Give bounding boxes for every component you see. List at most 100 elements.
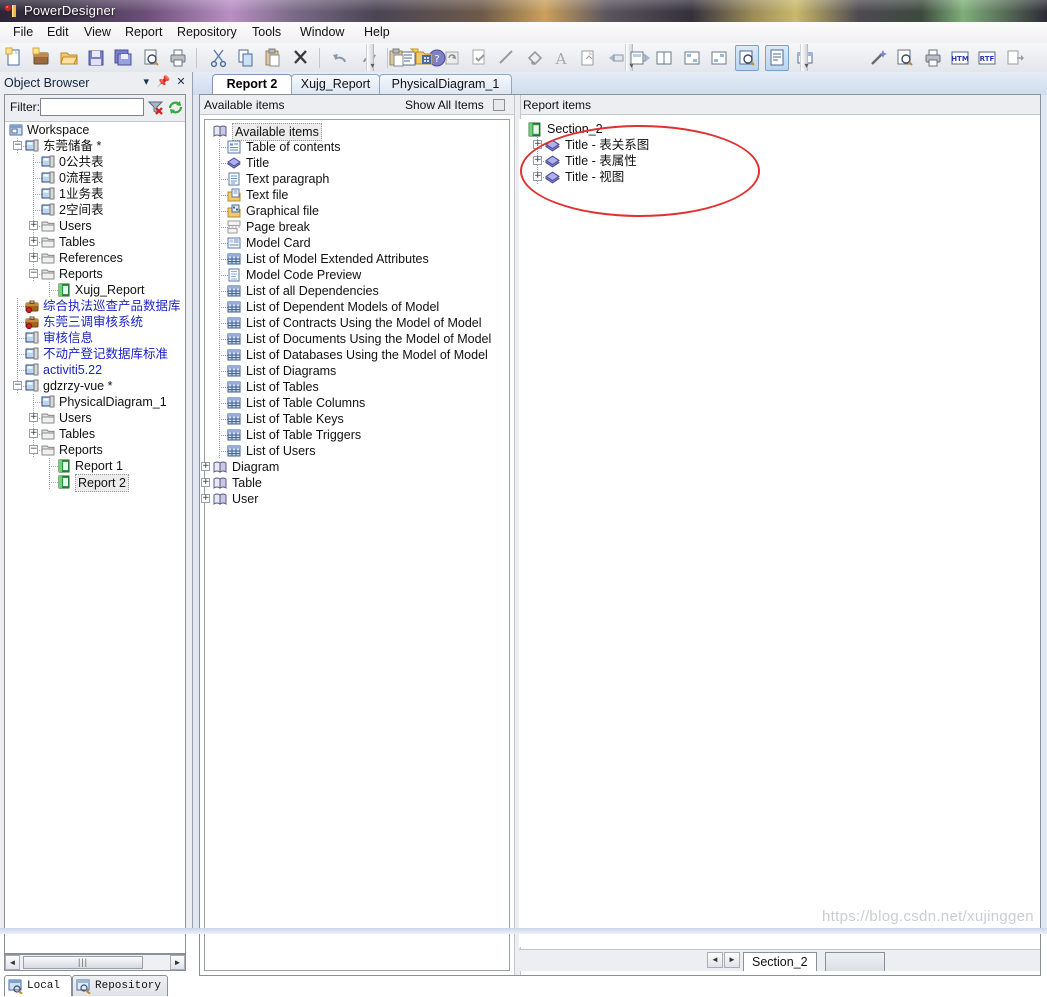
filter-input[interactable]: [40, 98, 144, 116]
object-browser-tree[interactable]: Workspace−东莞储备 *0公共表0流程表1业务表2空间表+Users+T…: [5, 122, 185, 490]
delete-icon[interactable]: [290, 46, 312, 70]
browser-tab-local[interactable]: Local: [4, 975, 72, 996]
section-tab-section-2[interactable]: Section_2: [743, 952, 817, 971]
tree-row[interactable]: 不动产登记数据库标准: [5, 346, 185, 362]
menu-report[interactable]: Report: [118, 24, 170, 41]
scroll-thumb[interactable]: |||: [23, 956, 143, 969]
menu-help[interactable]: Help: [357, 24, 397, 41]
layout-2-icon[interactable]: [653, 46, 675, 70]
collapse-icon[interactable]: −: [29, 445, 38, 454]
check-model-icon[interactable]: [468, 46, 490, 70]
tree-row[interactable]: Workspace: [5, 122, 185, 138]
report-print-icon[interactable]: [922, 46, 944, 70]
toolbar-overflow-icon[interactable]: ▾: [368, 61, 377, 70]
refresh-icon[interactable]: [441, 46, 463, 70]
tree-row[interactable]: −东莞储备 *: [5, 138, 185, 154]
section-prev-arrow[interactable]: ◄: [707, 952, 723, 968]
tree-row[interactable]: +Users: [5, 410, 185, 426]
scroll-right-arrow[interactable]: ►: [170, 955, 185, 970]
report-page-icon[interactable]: [765, 45, 789, 71]
print-preview-icon[interactable]: [140, 46, 162, 70]
available-items-list[interactable]: Available itemsTable of contentsTitleTex…: [204, 119, 510, 971]
layout-4-icon[interactable]: [708, 46, 730, 70]
menu-window[interactable]: Window: [293, 24, 351, 41]
expand-icon[interactable]: +: [29, 253, 38, 262]
tree-row[interactable]: PhysicalDiagram_1: [5, 394, 185, 410]
new-package-icon[interactable]: [30, 46, 52, 70]
tree-row[interactable]: −gdzrzy-vue *: [5, 378, 185, 394]
layout-3-icon[interactable]: [681, 46, 703, 70]
tree-row[interactable]: +References: [5, 250, 185, 266]
cut-icon[interactable]: [208, 46, 230, 70]
tree-row[interactable]: −Reports: [5, 442, 185, 458]
tree-row[interactable]: +Tables: [5, 234, 185, 250]
generate-list-icon[interactable]: [1004, 46, 1026, 70]
section-next-arrow[interactable]: ►: [724, 952, 740, 968]
tab-xujg-report[interactable]: Xujg_Report: [291, 74, 380, 95]
clear-filter-icon[interactable]: [147, 99, 164, 116]
tree-row[interactable]: 综合执法巡查产品数据库: [5, 298, 185, 314]
tree-row[interactable]: +Tables: [5, 426, 185, 442]
expand-icon[interactable]: +: [201, 462, 210, 471]
tree-row[interactable]: 0流程表: [5, 170, 185, 186]
expand-icon[interactable]: +: [533, 172, 542, 181]
fill-color-icon[interactable]: [523, 46, 545, 70]
report-items-list[interactable]: Section_2+Title - 表关系图+Title - 表属性+Title…: [519, 119, 1038, 947]
paste-icon[interactable]: [262, 46, 284, 70]
dropdown-arrow-icon[interactable]: ▾: [139, 75, 153, 90]
browser-tab-repository[interactable]: Repository: [72, 975, 168, 996]
expand-icon[interactable]: +: [201, 478, 210, 487]
tree-row[interactable]: 2空间表: [5, 202, 185, 218]
find-in-folder-icon[interactable]: [413, 46, 435, 70]
save-all-icon[interactable]: [112, 46, 134, 70]
tree-row[interactable]: activiti5.22: [5, 362, 185, 378]
show-all-items-checkbox[interactable]: [493, 99, 505, 111]
tree-row[interactable]: +Users: [5, 218, 185, 234]
align-left-icon[interactable]: [605, 46, 627, 70]
expand-icon[interactable]: +: [533, 140, 542, 149]
export-icon[interactable]: [577, 46, 599, 70]
tree-row[interactable]: 0公共表: [5, 154, 185, 170]
pin-icon[interactable]: 📌: [157, 75, 171, 90]
generate-rtf-icon[interactable]: RTF: [976, 46, 998, 70]
collapse-icon[interactable]: −: [13, 381, 22, 390]
open-folder-icon[interactable]: [58, 46, 80, 70]
expand-icon[interactable]: +: [29, 413, 38, 422]
copy-icon[interactable]: [235, 46, 257, 70]
print-icon[interactable]: [167, 46, 189, 70]
expand-icon[interactable]: +: [201, 494, 210, 503]
tree-row[interactable]: −Reports: [5, 266, 185, 282]
report-wizard-icon[interactable]: [867, 46, 889, 70]
tree-row[interactable]: Report 2: [5, 474, 185, 490]
tree-row[interactable]: 东莞三调审核系统: [5, 314, 185, 330]
undo-icon[interactable]: [330, 46, 352, 70]
scroll-left-arrow[interactable]: ◄: [5, 955, 20, 970]
tree-row[interactable]: Xujg_Report: [5, 282, 185, 298]
menu-repository[interactable]: Repository: [170, 24, 244, 41]
tree-row[interactable]: Report 1: [5, 458, 185, 474]
new-document-icon[interactable]: [3, 46, 25, 70]
paste-format-icon[interactable]: [386, 46, 408, 70]
menu-view[interactable]: View: [77, 24, 118, 41]
tab-physicaldiagram-1[interactable]: PhysicalDiagram_1: [379, 74, 512, 95]
menu-tools[interactable]: Tools: [245, 24, 288, 41]
generate-html-icon[interactable]: HTM: [949, 46, 971, 70]
browser-horizontal-scrollbar[interactable]: ◄ ► |||: [4, 954, 186, 971]
expand-icon[interactable]: +: [29, 237, 38, 246]
line-style-icon[interactable]: [495, 46, 517, 70]
zoom-page-icon[interactable]: [735, 45, 759, 71]
expand-icon[interactable]: +: [29, 221, 38, 230]
report-preview-icon[interactable]: [894, 46, 916, 70]
font-icon[interactable]: A: [550, 46, 572, 70]
layout-1-icon[interactable]: [626, 46, 648, 70]
tree-row[interactable]: 1业务表: [5, 186, 185, 202]
collapse-icon[interactable]: −: [13, 141, 22, 150]
close-icon[interactable]: ✕: [174, 75, 188, 90]
expand-icon[interactable]: +: [533, 156, 542, 165]
menu-file[interactable]: File: [6, 24, 40, 41]
tree-row[interactable]: 审核信息: [5, 330, 185, 346]
tab-report-2[interactable]: Report 2: [212, 74, 292, 95]
expand-icon[interactable]: +: [29, 429, 38, 438]
refresh-filter-icon[interactable]: [167, 99, 184, 116]
save-icon[interactable]: [85, 46, 107, 70]
